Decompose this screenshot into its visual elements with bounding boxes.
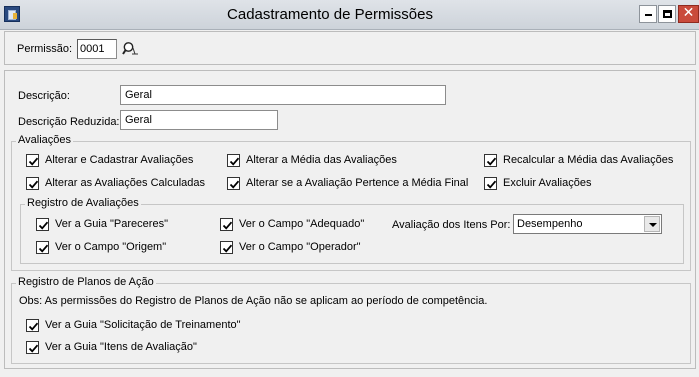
itens-por-value: Desempenho [517,218,583,230]
checkbox-label: Ver a Guia "Pareceres" [55,218,168,230]
checkbox-label: Alterar e Cadastrar Avaliações [45,154,194,166]
title-bar[interactable]: Cadastramento de Permissões ✕ [0,0,699,30]
description-label: Descrição: [18,90,70,102]
checkbox-box[interactable] [484,177,497,190]
checkbox-box[interactable] [26,177,39,190]
action-plans-note: Obs: As permissões do Registro de Planos… [19,295,488,307]
permission-panel: Permissão: 0001 [4,31,696,65]
dropdown-button[interactable] [644,216,660,232]
checkbox-label: Ver o Campo "Operador" [239,241,361,253]
checkbox-label: Recalcular a Média das Avaliações [503,154,674,166]
description-input[interactable]: Geral [120,85,446,105]
checkbox-box[interactable] [227,177,240,190]
close-icon: ✕ [682,5,695,21]
action-plans-group-title: Registro de Planos de Ação [16,276,156,288]
checkbox-label: Ver a Guia "Itens de Avaliação" [45,341,197,353]
checkbox-box[interactable] [26,319,39,332]
evaluations-group-title: Avaliações [16,134,73,146]
checkbox-box[interactable] [36,218,49,231]
checkbox-label: Alterar as Avaliações Calculadas [45,177,205,189]
minimize-button[interactable] [639,5,657,23]
itens-por-select[interactable]: Desempenho [513,214,662,234]
minimize-icon [645,14,652,16]
chevron-down-icon [649,223,657,227]
action-plans-group: Registro de Planos de Ação Obs: As permi… [11,276,691,364]
checkbox-label: Ver a Guia "Solicitação de Treinamento" [45,319,241,331]
itens-por-label: Avaliação dos Itens Por: [392,219,511,231]
short-description-input[interactable]: Geral [120,110,278,130]
checkbox-label: Ver o Campo "Adequado" [239,218,365,230]
checkbox-box[interactable] [36,241,49,254]
maximize-button[interactable] [658,5,676,23]
checkbox-box[interactable] [227,154,240,167]
evaluations-group: Avaliações Alterar e Cadastrar Avaliaçõe… [11,134,691,271]
window-title: Cadastramento de Permissões [227,6,433,23]
short-description-label: Descrição Reduzida: [18,116,120,128]
checkbox-box[interactable] [26,154,39,167]
permission-code-input[interactable]: 0001 [77,39,117,59]
checkbox-label: Ver o Campo "Origem" [55,241,167,253]
maximize-icon [663,10,672,18]
checkbox-label: Excluir Avaliações [503,177,592,189]
evaluation-register-group-title: Registro de Avaliações [25,197,141,209]
permissions-window: Cadastramento de Permissões ✕ Permissão:… [0,0,699,377]
checkbox-label: Alterar se a Avaliação Pertence a Média … [246,177,469,189]
checkbox-label: Alterar a Média das Avaliações [246,154,397,166]
checkbox-box[interactable] [220,241,233,254]
checkbox-box[interactable] [484,154,497,167]
main-panel: Descrição: Geral Descrição Reduzida: Ger… [4,70,696,369]
permission-label: Permissão: [17,43,73,55]
checkbox-box[interactable] [26,341,39,354]
checkbox-box[interactable] [220,218,233,231]
close-button[interactable]: ✕ [678,5,699,23]
search-icon[interactable] [122,41,140,57]
evaluation-register-group: Registro de Avaliações Ver a Guia "Parec… [20,197,684,264]
